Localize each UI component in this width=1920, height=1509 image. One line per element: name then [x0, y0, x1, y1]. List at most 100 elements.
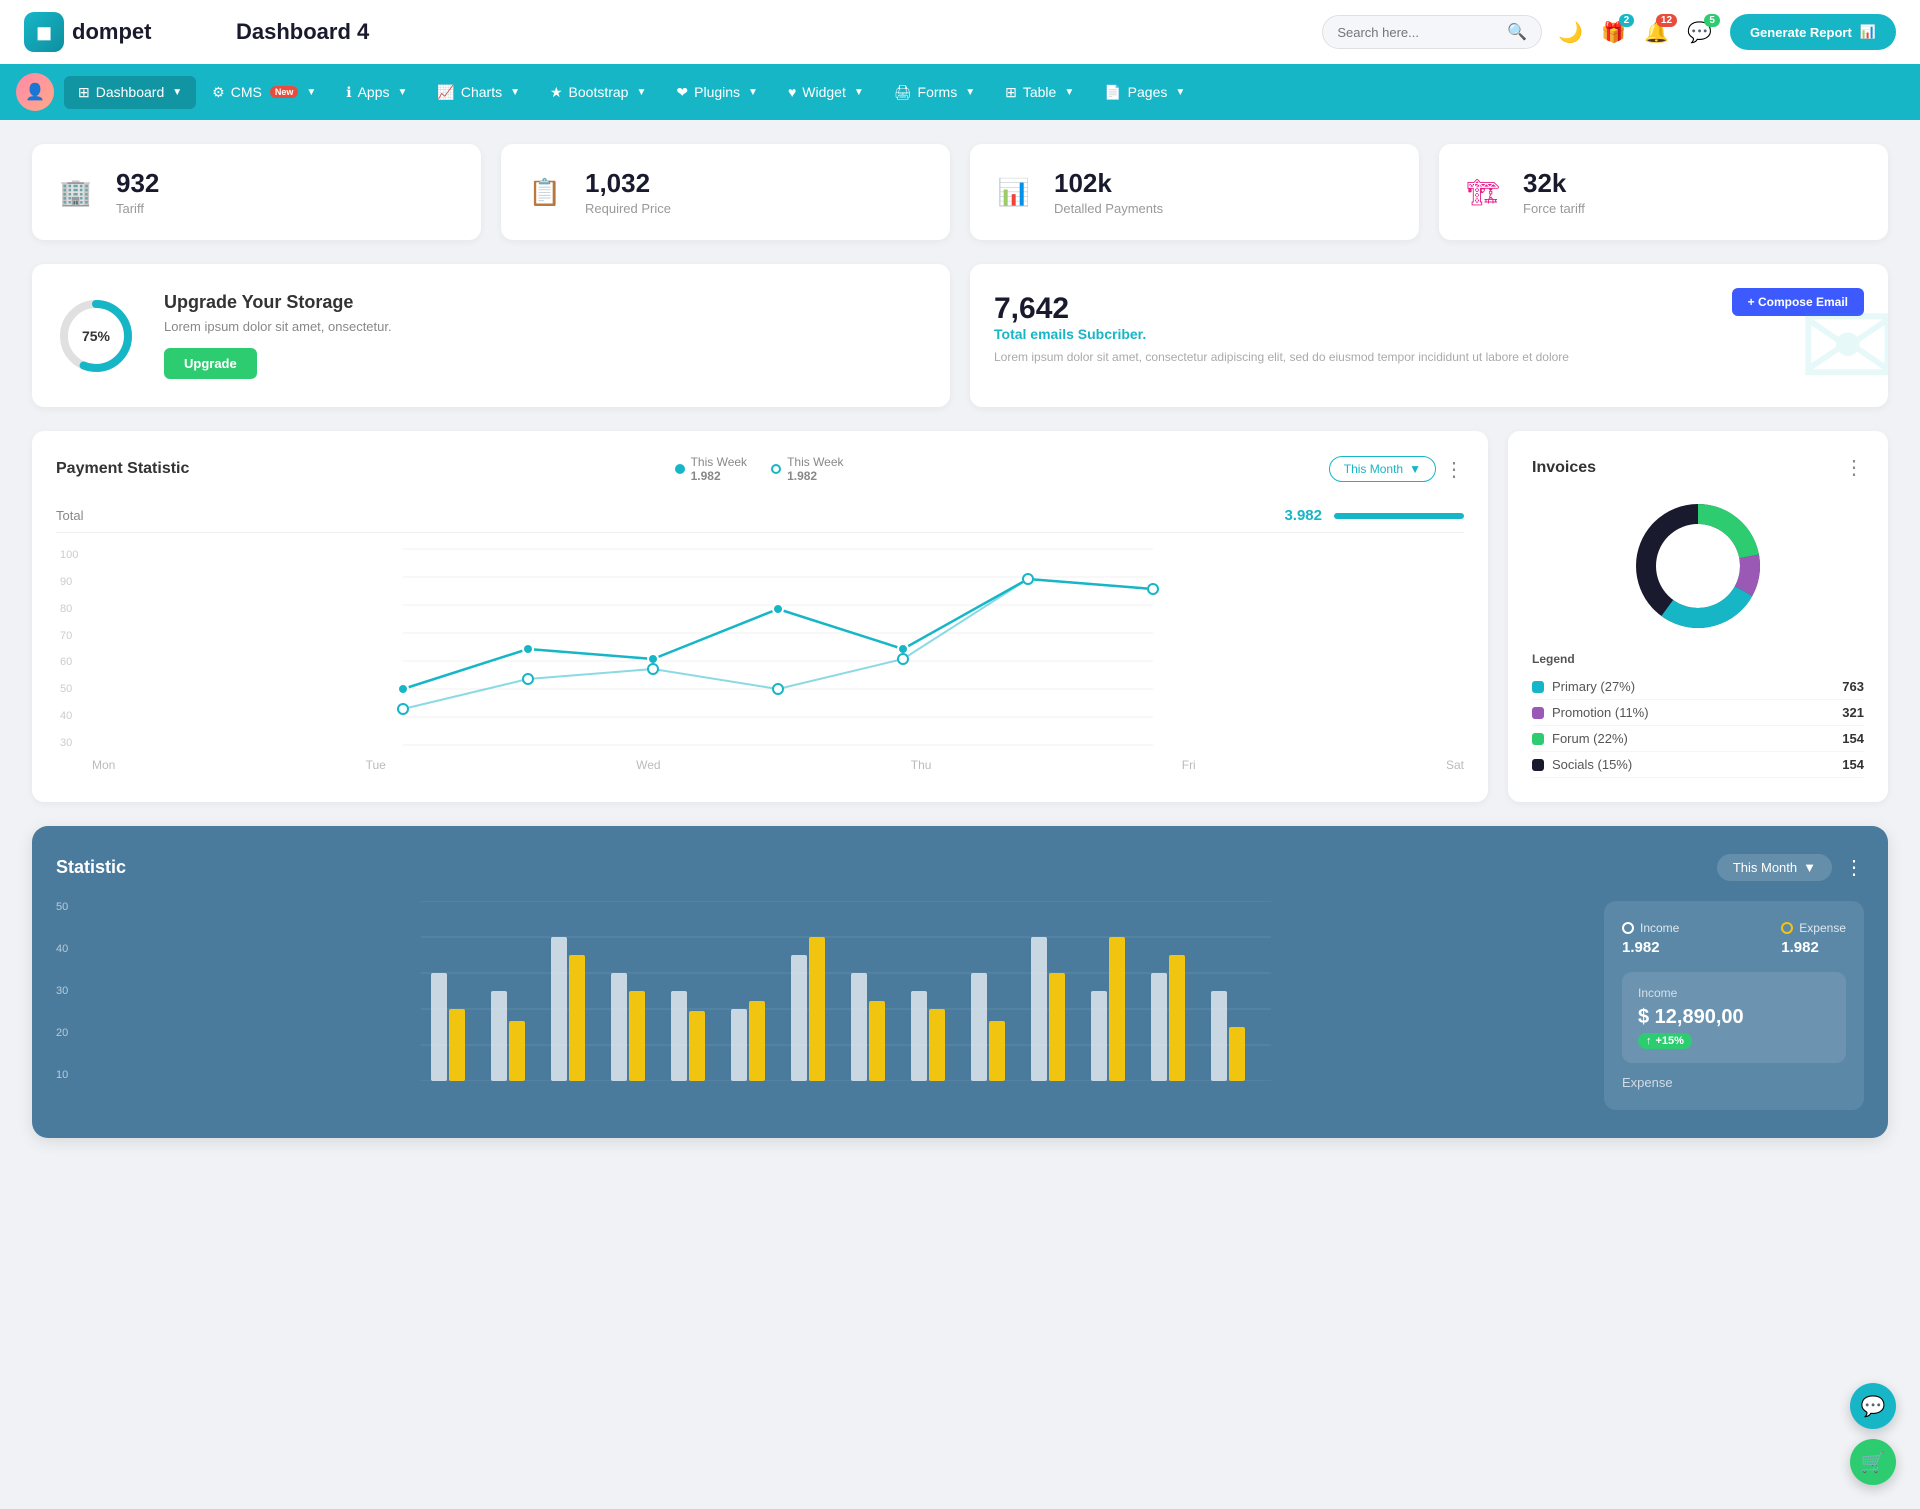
detailed-payments-icon: 📊	[990, 168, 1038, 216]
nav-label-pages: Pages	[1128, 84, 1168, 100]
promotion-label: Promotion (11%)	[1552, 705, 1649, 720]
sidebar-item-charts[interactable]: 📈 Charts ▼	[423, 76, 534, 109]
sidebar-item-widget[interactable]: ♥ Widget ▼	[774, 76, 878, 108]
floating-cart-button[interactable]: 🛒	[1850, 1439, 1896, 1485]
statistic-card: Statistic This Month ▼ ⋮ 50 40 30 20 10	[32, 826, 1888, 1138]
sidebar-item-forms[interactable]: 🖨 Forms ▼	[880, 76, 989, 109]
plugins-icon: ❤	[676, 84, 688, 101]
search-icon[interactable]: 🔍	[1507, 22, 1527, 42]
upgrade-button[interactable]: Upgrade	[164, 348, 257, 379]
stat-card-required-price: 📋 1,032 Required Price	[501, 144, 950, 240]
nav-label-charts: Charts	[461, 84, 502, 100]
x-axis-labels: Mon Tue Wed Thu Fri Sat	[92, 758, 1464, 772]
line-chart-svg	[92, 549, 1464, 749]
generate-report-button[interactable]: Generate Report 📊	[1730, 14, 1896, 50]
storage-title: Upgrade Your Storage	[164, 292, 392, 313]
payment-statistic-card: Payment Statistic This Week 1.982 This W…	[32, 431, 1488, 802]
this-month-filter[interactable]: This Month ▼	[1329, 456, 1436, 482]
invoice-legend-socials: Socials (15%) 154	[1532, 752, 1864, 778]
storage-desc: Lorem ipsum dolor sit amet, onsectetur.	[164, 319, 392, 334]
stat-cards-grid: 🏢 932 Tariff 📋 1,032 Required Price 📊 10…	[32, 144, 1888, 240]
avatar-image: 👤	[16, 73, 54, 111]
income-legend-val: 1.982	[1622, 939, 1679, 956]
email-bg-icon: ✉	[1797, 278, 1888, 407]
chevron-down-icon: ▼	[172, 87, 182, 98]
forum-dot	[1532, 733, 1544, 745]
nav-label-table: Table	[1023, 84, 1056, 100]
dashboard-icon: ⊞	[78, 84, 90, 101]
sidebar-item-table[interactable]: ⊞ Table ▼	[991, 76, 1088, 109]
force-tariff-num: 32k	[1523, 168, 1585, 199]
mid-row: 75% Upgrade Your Storage Lorem ipsum dol…	[32, 264, 1888, 407]
payment-legends: This Week 1.982 This Week 1.982	[675, 455, 844, 483]
darkmode-icon: 🌙	[1558, 22, 1583, 44]
chat-badge: 5	[1704, 14, 1720, 27]
charts-icon: 📈	[437, 84, 454, 101]
sidebar-item-cms[interactable]: ⚙ CMS New ▼	[198, 76, 330, 109]
widget-chevron-icon: ▼	[854, 87, 864, 98]
invoices-more-button[interactable]: ⋮	[1844, 455, 1864, 480]
invoices-header: Invoices ⋮	[1532, 455, 1864, 480]
storage-card: 75% Upgrade Your Storage Lorem ipsum dol…	[32, 264, 950, 407]
bell-badge: 12	[1656, 14, 1677, 27]
cms-chevron-icon: ▼	[306, 87, 316, 98]
filter-label: This Month	[1344, 462, 1403, 476]
logo-area: ◼ dompet	[24, 12, 204, 52]
required-price-num: 1,032	[585, 168, 671, 199]
promotion-val: 321	[1842, 705, 1864, 720]
statistic-filter-button[interactable]: This Month ▼	[1717, 854, 1832, 881]
stat-card-tariff-info: 932 Tariff	[116, 168, 159, 216]
expense-label: Expense	[1622, 1075, 1846, 1090]
sidebar-item-bootstrap[interactable]: ★ Bootstrap ▼	[536, 76, 660, 109]
sidebar-item-plugins[interactable]: ❤ Plugins ▼	[662, 76, 772, 109]
force-tariff-icon: 🏗	[1459, 168, 1507, 216]
table-icon: ⊞	[1005, 84, 1017, 101]
stat-legends: Income 1.982 Expense 1.982	[1622, 921, 1846, 956]
forum-label: Forum (22%)	[1552, 731, 1628, 746]
required-price-icon: 📋	[521, 168, 569, 216]
email-desc: Lorem ipsum dolor sit amet, consectetur …	[994, 350, 1603, 364]
nav-label-forms: Forms	[918, 84, 958, 100]
legend-item-1: This Week 1.982	[675, 455, 747, 483]
gift-btn[interactable]: 🎁 2	[1601, 20, 1626, 45]
income-legend: Income 1.982	[1622, 921, 1679, 956]
statistic-filter-label: This Month	[1733, 860, 1797, 875]
payment-title: Payment Statistic	[56, 460, 189, 478]
progress-percent: 75%	[82, 328, 110, 344]
invoices-legend: Legend Primary (27%) 763 Promotion (11%)…	[1532, 652, 1864, 778]
search-input[interactable]	[1337, 25, 1499, 40]
legend-dot-1	[675, 464, 685, 474]
floating-chat-button[interactable]: 💬	[1850, 1383, 1896, 1429]
topbar-icons: 🌙 🎁 2 🔔 12 💬 5 Generate Report 📊	[1558, 14, 1896, 50]
nav-avatar: 👤	[16, 73, 54, 111]
primary-label: Primary (27%)	[1552, 679, 1635, 694]
force-tariff-label: Force tariff	[1523, 201, 1585, 216]
forms-chevron-icon: ▼	[965, 87, 975, 98]
statistic-more-button[interactable]: ⋮	[1844, 855, 1864, 880]
bell-btn[interactable]: 🔔 12	[1644, 20, 1669, 45]
darkmode-btn[interactable]: 🌙	[1558, 20, 1583, 45]
more-options-button[interactable]: ⋮	[1444, 457, 1464, 482]
email-subtitle: Total emails Subcriber.	[994, 326, 1864, 342]
income-badge: ↑ +15%	[1638, 1033, 1692, 1049]
expense-legend: Expense 1.982	[1781, 921, 1846, 956]
plugins-chevron-icon: ▼	[748, 87, 758, 98]
stat-card-force-tariff-info: 32k Force tariff	[1523, 168, 1585, 216]
donut-chart-area	[1532, 496, 1864, 636]
nav-label-plugins: Plugins	[694, 84, 740, 100]
bar-chart-wrapper: 50 40 30 20 10	[56, 901, 1580, 1084]
detailed-payments-num: 102k	[1054, 168, 1163, 199]
forms-icon: 🖨	[894, 84, 912, 101]
expense-legend-label: Expense	[1799, 921, 1846, 935]
promotion-dot	[1532, 707, 1544, 719]
legend-item-2: This Week 1.982	[771, 455, 843, 483]
chat-btn-top[interactable]: 💬 5	[1687, 20, 1712, 45]
expense-dot	[1781, 922, 1793, 934]
sidebar-item-apps[interactable]: ℹ Apps ▼	[332, 76, 421, 109]
floating-cart-icon: 🛒	[1861, 1450, 1886, 1475]
primary-dot	[1532, 681, 1544, 693]
payment-controls: This Month ▼ ⋮	[1329, 456, 1464, 482]
sidebar-item-pages[interactable]: 📄 Pages ▼	[1090, 76, 1199, 109]
sidebar-item-dashboard[interactable]: ⊞ Dashboard ▼	[64, 76, 196, 109]
topbar: ◼ dompet Dashboard 4 🔍 🌙 🎁 2 🔔 12 💬 5 Ge…	[0, 0, 1920, 64]
